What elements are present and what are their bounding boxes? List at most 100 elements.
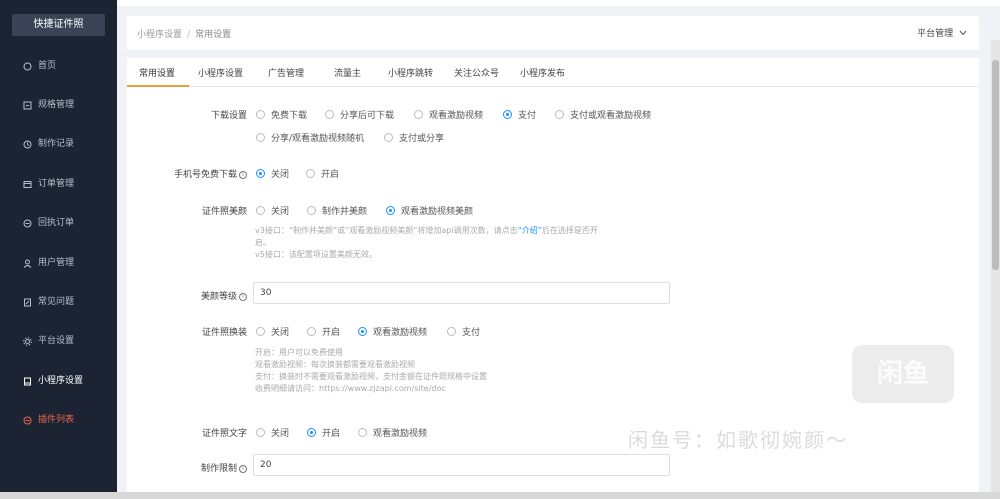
- swap-on[interactable]: 开启: [307, 325, 340, 338]
- radio-circle: [555, 110, 564, 119]
- beauty-level-input[interactable]: 30: [253, 282, 670, 304]
- download-option-pay-or-video[interactable]: 支付或观看激励视频: [555, 108, 651, 121]
- text-off[interactable]: 关闭: [256, 426, 289, 439]
- limit-label: 制作限制 i: [127, 461, 247, 474]
- platform-menu[interactable]: 平台管理: [917, 26, 967, 39]
- tab-publish[interactable]: 小程序发布: [520, 66, 565, 79]
- spec-icon: [22, 100, 32, 110]
- radio-circle: [256, 327, 265, 336]
- sidebar-item-faq[interactable]: 常见问题: [0, 288, 117, 316]
- top-strip: [117, 0, 1000, 6]
- sidebar-item-miniapp[interactable]: 小程序设置: [0, 367, 117, 395]
- user-icon: [22, 258, 32, 268]
- intro-link[interactable]: “介绍”: [518, 226, 542, 235]
- radio-label: 开启: [321, 170, 340, 180]
- beauty-label: 证件照美颜: [201, 207, 247, 217]
- radio-label: 观看激励视频: [373, 429, 428, 439]
- tab-miniapp[interactable]: 小程序设置: [198, 66, 243, 79]
- beauty-video[interactable]: 观看激励视频美颜: [386, 204, 473, 217]
- info-icon[interactable]: i: [239, 465, 247, 473]
- radio-circle: [256, 133, 265, 142]
- bottom-bar: [0, 492, 1000, 499]
- sidebar-item-receipts[interactable]: 回执订单: [0, 209, 117, 237]
- text-on[interactable]: 开启: [307, 426, 340, 439]
- sidebar-item-records[interactable]: 制作记录: [0, 130, 117, 158]
- header-bar: 小程序设置 / 常用设置 平台管理: [127, 16, 979, 50]
- radio-label: 关闭: [271, 328, 290, 338]
- tab-common[interactable]: 常用设置: [139, 66, 175, 79]
- beauty-help: v3接口：“制作并美颜”或“观看激励视频美颜”将增加api调用次数，请点击“介绍…: [255, 226, 598, 259]
- scrollbar-thumb[interactable]: [992, 60, 999, 270]
- chevron-down-icon: [956, 29, 967, 39]
- radio-label: 分享后可下载: [340, 111, 395, 121]
- plugin-icon: [22, 415, 32, 425]
- radio-circle: [414, 110, 423, 119]
- miniapp-icon: [22, 376, 32, 386]
- radio-label: 开启: [322, 328, 341, 338]
- home-icon: [22, 61, 32, 71]
- sidebar-item-plugins[interactable]: 插件列表: [0, 406, 117, 434]
- radio-label: 免费下载: [271, 111, 308, 121]
- radio-circle: [256, 206, 265, 215]
- radio-circle: [325, 110, 334, 119]
- tab-active-indicator: [127, 85, 189, 87]
- swap-off[interactable]: 关闭: [256, 325, 289, 338]
- swap-label: 证件照换装: [201, 328, 247, 338]
- platform-menu-label: 平台管理: [917, 29, 954, 39]
- faq-icon: [22, 297, 32, 307]
- radio-label: 开启: [322, 429, 341, 439]
- receipt-icon: [22, 218, 32, 228]
- breadcrumb-current: 常用设置: [195, 30, 232, 40]
- radio-label: 关闭: [271, 429, 290, 439]
- beauty-make[interactable]: 制作并美颜: [307, 204, 367, 217]
- radio-circle: [256, 169, 265, 178]
- radio-circle: [307, 428, 316, 437]
- beauty-off[interactable]: 关闭: [256, 204, 289, 217]
- phone-free-on[interactable]: 开启: [306, 167, 339, 180]
- radio-circle: [503, 110, 512, 119]
- sidebar-item-label: 插件列表: [38, 415, 75, 425]
- sidebar-item-spec[interactable]: 规格管理: [0, 91, 117, 119]
- radio-circle: [307, 327, 316, 336]
- sidebar-item-label: 首页: [38, 61, 57, 71]
- phone-free-label: 手机号免费下载 i: [127, 167, 247, 180]
- sidebar-item-label: 小程序设置: [38, 376, 84, 386]
- sidebar-item-users[interactable]: 用户管理: [0, 249, 117, 277]
- radio-label: 观看激励视频: [429, 111, 484, 121]
- tab-jump[interactable]: 小程序跳转: [388, 66, 433, 79]
- tab-ads[interactable]: 广告管理: [268, 66, 304, 79]
- phone-free-off[interactable]: 关闭: [256, 167, 289, 180]
- sidebar-item-platform[interactable]: 平台设置: [0, 327, 117, 355]
- radio-label: 支付或观看激励视频: [570, 111, 652, 121]
- download-option-pay[interactable]: 支付: [503, 108, 536, 121]
- tab-official-account[interactable]: 关注公众号: [454, 66, 499, 79]
- download-option-share[interactable]: 分享后可下载: [325, 108, 394, 121]
- tab-bar: 常用设置 小程序设置 广告管理 流量主 小程序跳转 关注公众号 小程序发布: [127, 58, 979, 87]
- limit-input[interactable]: 20: [253, 454, 670, 476]
- brand-logo[interactable]: 快捷证件照: [12, 14, 105, 36]
- tab-traffic[interactable]: 流量主: [334, 66, 361, 79]
- text-label: 证件照文字: [201, 429, 247, 439]
- text-video[interactable]: 观看激励视频: [358, 426, 427, 439]
- radio-label: 支付或分享: [399, 134, 445, 144]
- breadcrumb-item[interactable]: 小程序设置: [137, 30, 182, 40]
- radio-circle: [307, 206, 316, 215]
- radio-circle: [384, 133, 393, 142]
- download-option-free[interactable]: 免费下载: [256, 108, 307, 121]
- sidebar-item-label: 回执订单: [38, 218, 75, 228]
- sidebar-item-home[interactable]: 首页: [0, 52, 117, 80]
- radio-label: 制作并美颜: [322, 207, 368, 217]
- radio-circle: [256, 428, 265, 437]
- sidebar-item-orders[interactable]: 订单管理: [0, 170, 117, 198]
- download-option-video[interactable]: 观看激励视频: [414, 108, 483, 121]
- download-option-random[interactable]: 分享/观看激励视频随机: [256, 131, 364, 144]
- info-icon[interactable]: i: [239, 171, 247, 179]
- radio-label: 支付: [462, 328, 481, 338]
- swap-pay[interactable]: 支付: [447, 325, 480, 338]
- info-icon[interactable]: i: [239, 293, 247, 301]
- gear-icon: [22, 336, 32, 346]
- download-option-pay-or-share[interactable]: 支付或分享: [384, 131, 444, 144]
- radio-label: 支付: [518, 111, 537, 121]
- swap-video[interactable]: 观看激励视频: [358, 325, 427, 338]
- clock-icon: [22, 139, 32, 149]
